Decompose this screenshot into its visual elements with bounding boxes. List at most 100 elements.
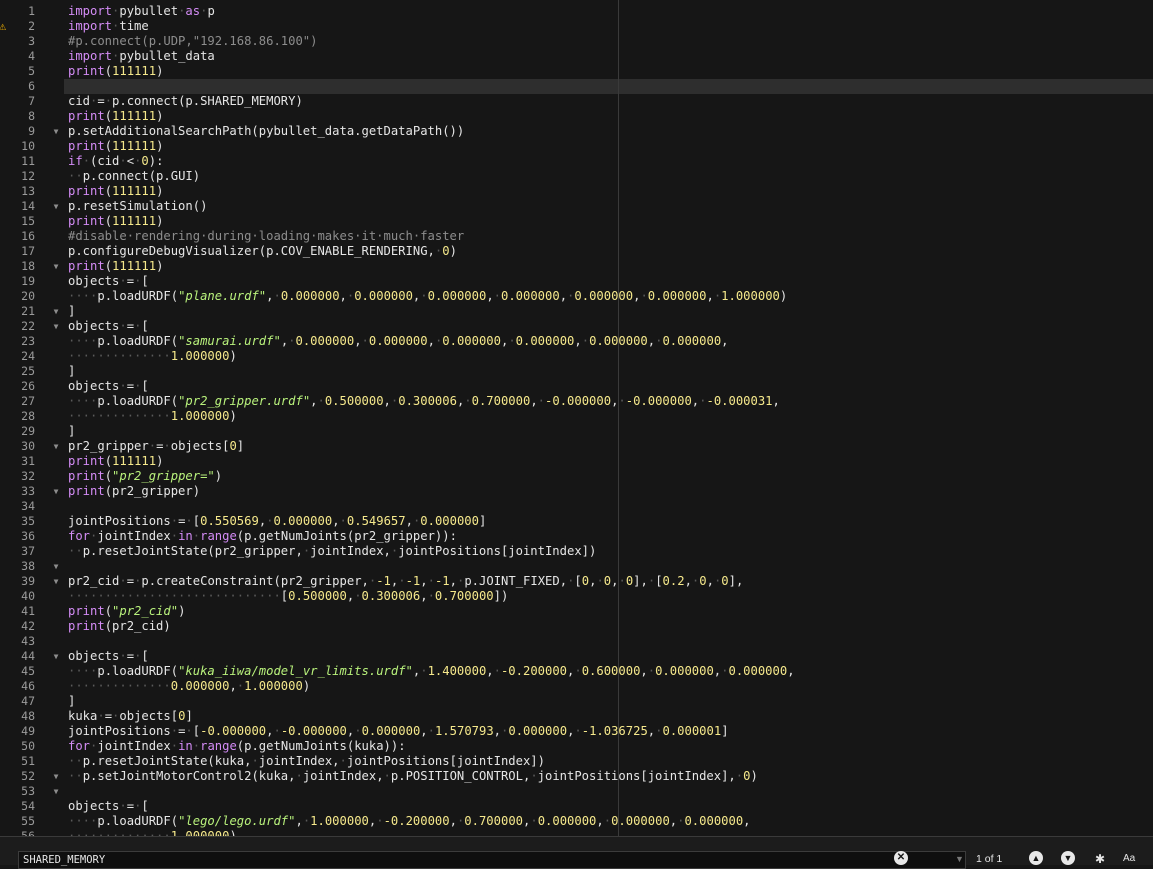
code-line[interactable]: print(111111) xyxy=(68,214,163,229)
search-history-dropdown-icon[interactable]: ▼ xyxy=(955,851,964,867)
line-number: 28 xyxy=(21,409,35,423)
line-number: 36 xyxy=(21,529,35,543)
line-number: 6 xyxy=(28,79,35,93)
line-number: 3 xyxy=(28,34,35,48)
match-count: 1 of 1 xyxy=(976,853,1003,865)
code-line[interactable]: ··p.setJointMotorControl2(kuka,·jointInd… xyxy=(68,769,758,784)
line-number: 44 xyxy=(21,649,35,663)
code-line[interactable]: objects·=·[ xyxy=(68,799,149,814)
code-line[interactable]: objects·=·[ xyxy=(68,649,149,664)
warning-icon[interactable]: ⚠ xyxy=(0,19,9,34)
previous-match-button[interactable]: ▲ xyxy=(1029,851,1043,865)
code-line[interactable]: print(111111) xyxy=(68,64,163,79)
code-line[interactable]: cid·=·p.connect(p.SHARED_MEMORY) xyxy=(68,94,303,109)
fold-chevron-icon[interactable]: ▼ xyxy=(52,439,60,454)
code-line[interactable]: p.configureDebugVisualizer(p.COV_ENABLE_… xyxy=(68,244,457,259)
line-number: 43 xyxy=(21,634,35,648)
fold-chevron-icon[interactable]: ▼ xyxy=(52,199,60,214)
code-line[interactable]: ··············0.000000,·1.000000) xyxy=(68,679,310,694)
find-bar: ✕ ▼ 1 of 1 ▲ ▼ ✱ Aa xyxy=(0,836,1153,869)
code-line[interactable]: for·jointIndex·in·range(p.getNumJoints(k… xyxy=(68,739,406,754)
line-number: 35 xyxy=(21,514,35,528)
code-area[interactable]: import·pybullet·as·p import·time #p.connec… xyxy=(68,0,1153,843)
code-line[interactable]: print(pr2_gripper) xyxy=(68,484,200,499)
line-number: 24 xyxy=(21,349,35,363)
code-line[interactable]: import·time xyxy=(68,19,149,34)
code-line[interactable]: ····p.loadURDF("pr2_gripper.urdf",·0.500… xyxy=(68,394,780,409)
line-number: 16 xyxy=(21,229,35,243)
code-line[interactable]: jointPositions·=·[-0.000000,·-0.000000,·… xyxy=(68,724,729,739)
code-line[interactable]: objects·=·[ xyxy=(68,379,149,394)
code-editor[interactable]: 1 2 ⚠ 3 4 5 6 7 8 9 ▼ 10 11 12 13 14 ▼ 15 16 17 18 ▼ 19 20 21 ▼ 22… xyxy=(0,0,1153,843)
line-number: 10 xyxy=(21,139,35,153)
code-line[interactable]: ····p.loadURDF("lego/lego.urdf",·1.00000… xyxy=(68,814,751,829)
code-line[interactable]: ····p.loadURDF("samurai.urdf",·0.000000,… xyxy=(68,334,729,349)
code-line[interactable]: ··p.resetJointState(pr2_gripper,·jointIn… xyxy=(68,544,596,559)
fold-chevron-icon[interactable]: ▼ xyxy=(52,784,60,799)
code-line[interactable]: print(111111) xyxy=(68,109,163,124)
code-line[interactable]: print(111111) xyxy=(68,259,163,274)
fold-chevron-icon[interactable]: ▼ xyxy=(52,319,60,334)
code-line[interactable]: ] xyxy=(68,424,75,439)
line-number: 52 xyxy=(21,769,35,783)
code-line[interactable]: #p.connect(p.UDP,"192.168.86.100") xyxy=(68,34,317,49)
code-line[interactable]: ··············1.000000) xyxy=(68,349,237,364)
line-number: 30 xyxy=(21,439,35,453)
code-line[interactable]: ··p.resetJointState(kuka,·jointIndex,·jo… xyxy=(68,754,545,769)
line-number: 22 xyxy=(21,319,35,333)
code-line[interactable]: #disable·rendering·during·loading·makes·… xyxy=(68,229,464,244)
code-line[interactable]: print("pr2_gripper=") xyxy=(68,469,222,484)
line-number: 37 xyxy=(21,544,35,558)
code-line[interactable]: ] xyxy=(68,694,75,709)
fold-chevron-icon[interactable]: ▼ xyxy=(52,574,60,589)
code-line[interactable]: jointPositions·=·[0.550569,·0.000000,·0.… xyxy=(68,514,486,529)
code-line[interactable]: if·(cid·<·0): xyxy=(68,154,163,169)
line-number: 11 xyxy=(21,154,35,168)
find-input[interactable] xyxy=(18,851,966,869)
fold-chevron-icon[interactable]: ▼ xyxy=(52,649,60,664)
line-number: 12 xyxy=(21,169,35,183)
line-number: 9 xyxy=(28,124,35,138)
code-line[interactable]: pr2_gripper·=·objects[0] xyxy=(68,439,244,454)
fold-chevron-icon[interactable]: ▼ xyxy=(52,304,60,319)
code-line[interactable]: ·····························[0.500000,·… xyxy=(68,589,508,604)
code-line[interactable]: import·pybullet_data xyxy=(68,49,215,64)
fold-chevron-icon[interactable]: ▼ xyxy=(52,769,60,784)
line-number: 27 xyxy=(21,394,35,408)
code-line[interactable]: ··p.connect(p.GUI) xyxy=(68,169,200,184)
fold-chevron-icon[interactable]: ▼ xyxy=(52,124,60,139)
regex-toggle-button[interactable]: ✱ xyxy=(1095,851,1105,867)
line-number: 13 xyxy=(21,184,35,198)
code-line[interactable]: print(111111) xyxy=(68,454,163,469)
code-line[interactable]: p.setAdditionalSearchPath(pybullet_data.… xyxy=(68,124,464,139)
code-line[interactable]: ··············1.000000) xyxy=(68,409,237,424)
line-number: 54 xyxy=(21,799,35,813)
code-line[interactable]: print(111111) xyxy=(68,184,163,199)
code-line[interactable]: objects·=·[ xyxy=(68,274,149,289)
clear-search-button[interactable]: ✕ xyxy=(894,851,908,865)
code-line[interactable]: print("pr2_cid") xyxy=(68,604,185,619)
code-line[interactable]: ····p.loadURDF("plane.urdf",·0.000000,·0… xyxy=(68,289,787,304)
code-line[interactable]: kuka·=·objects[0] xyxy=(68,709,193,724)
code-line[interactable]: ] xyxy=(68,364,75,379)
code-line[interactable]: ] xyxy=(68,304,75,319)
fold-chevron-icon[interactable]: ▼ xyxy=(52,484,60,499)
code-line[interactable]: import·pybullet·as·p xyxy=(68,4,215,19)
code-line[interactable]: p.resetSimulation() xyxy=(68,199,207,214)
line-number: 29 xyxy=(21,424,35,438)
code-line[interactable]: pr2_cid·=·p.createConstraint(pr2_gripper… xyxy=(68,574,743,589)
fold-chevron-icon[interactable]: ▼ xyxy=(52,259,60,274)
code-line[interactable]: ····p.loadURDF("kuka_iiwa/model_vr_limit… xyxy=(68,664,795,679)
line-number: 47 xyxy=(21,694,35,708)
line-number: 50 xyxy=(21,739,35,753)
code-line[interactable]: for·jointIndex·in·range(p.getNumJoints(p… xyxy=(68,529,457,544)
line-number-gutter: 1 2 ⚠ 3 4 5 6 7 8 9 ▼ 10 11 12 13 14 ▼ 15 16 17 18 ▼ 19 20 21 ▼ 22… xyxy=(0,0,64,843)
code-line[interactable]: print(pr2_cid) xyxy=(68,619,171,634)
code-line[interactable]: objects·=·[ xyxy=(68,319,149,334)
match-case-toggle-button[interactable]: Aa xyxy=(1123,851,1135,867)
code-line[interactable]: print(111111) xyxy=(68,139,163,154)
line-number: 40 xyxy=(21,589,35,603)
line-number: 21 xyxy=(21,304,35,318)
next-match-button[interactable]: ▼ xyxy=(1061,851,1075,865)
fold-chevron-icon[interactable]: ▼ xyxy=(52,559,60,574)
